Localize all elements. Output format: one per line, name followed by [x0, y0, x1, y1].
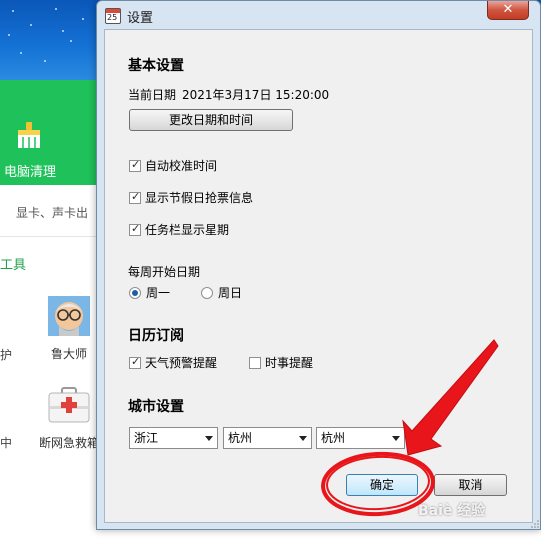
holiday-ticket-label: 显示节假日抢票信息	[145, 191, 254, 205]
taskbar-weekday-label: 任务栏显示星期	[145, 223, 230, 237]
radio-dot[interactable]	[129, 286, 141, 299]
chevron-down-icon	[205, 436, 213, 441]
calendar-icon: 25	[105, 8, 121, 24]
dialog-titlebar[interactable]: 25 设置 ✕	[97, 1, 540, 29]
basic-settings-heading: 基本设置	[128, 58, 184, 74]
sunday-label: 周日	[218, 286, 243, 300]
checkbox-box[interactable]	[129, 190, 141, 204]
first-aid-kit-icon[interactable]	[48, 386, 90, 424]
broom-icon	[18, 122, 40, 148]
weather-alert-checkbox[interactable]: 天气预警提醒	[129, 354, 217, 371]
ludashi-label: 鲁大师	[51, 347, 88, 361]
auto-calibrate-checkbox[interactable]: 自动校准时间	[129, 157, 217, 174]
news-alert-checkbox[interactable]: 时事提醒	[249, 354, 313, 371]
resize-grip-icon[interactable]	[531, 520, 539, 528]
tools-heading: 工具	[0, 258, 27, 273]
cancel-button[interactable]: 取消	[434, 474, 507, 496]
calendar-icon-number: 25	[107, 13, 118, 22]
checkbox-box[interactable]	[129, 158, 141, 172]
current-date-value: 2021年3月17日 15:20:00	[182, 88, 330, 102]
close-button[interactable]: ✕	[487, 1, 529, 20]
news-alert-label: 时事提醒	[265, 356, 314, 370]
calendar-subscribe-heading: 日历订阅	[128, 328, 184, 344]
change-date-time-button[interactable]: 更改日期和时间	[129, 109, 293, 131]
close-icon: ✕	[502, 2, 514, 17]
radio-dot[interactable]	[201, 286, 213, 299]
week-start-monday-radio[interactable]: 周一	[129, 284, 170, 301]
pc-clean-label: 电脑清理	[4, 165, 57, 180]
hardware-text: 显卡、声卡出	[16, 206, 89, 220]
chevron-down-icon	[392, 436, 400, 441]
week-start-label: 每周开始日期	[128, 265, 201, 279]
checkbox-box[interactable]	[249, 356, 261, 369]
week-start-sunday-radio[interactable]: 周日	[201, 284, 242, 301]
city-value: 杭州	[228, 431, 253, 445]
checkbox-box[interactable]	[129, 355, 141, 369]
fix-text: 护	[0, 348, 13, 362]
auto-calibrate-label: 自动校准时间	[145, 159, 218, 173]
watermark: Baiè 经验	[418, 503, 486, 519]
checkbox-box[interactable]	[129, 222, 141, 236]
dialog-content: 基本设置 当前日期 2021年3月17日 15:20:00 更改日期和时间 自动…	[104, 29, 533, 523]
settings-dialog: 25 设置 ✕ 基本设置 当前日期 2021年3月17日 15:20:00 更改…	[96, 0, 541, 530]
divider	[0, 236, 110, 237]
district-select[interactable]: 杭州	[316, 427, 405, 449]
dialog-title: 设置	[127, 11, 154, 26]
holiday-ticket-checkbox[interactable]: 显示节假日抢票信息	[129, 189, 253, 206]
monday-label: 周一	[146, 286, 171, 300]
city-settings-heading: 城市设置	[128, 399, 184, 415]
province-value: 浙江	[134, 431, 159, 445]
district-value: 杭州	[321, 431, 346, 445]
chevron-down-icon	[299, 436, 307, 441]
current-date-label: 当前日期	[128, 88, 177, 102]
ok-button[interactable]: 确定	[346, 474, 418, 496]
network-rescue-label: 断网急救箱	[39, 436, 100, 450]
ludashi-avatar-icon[interactable]	[48, 296, 90, 336]
weather-alert-label: 天气预警提醒	[145, 356, 218, 370]
province-select[interactable]: 浙江	[129, 427, 218, 449]
taskbar-weekday-checkbox[interactable]: 任务栏显示星期	[129, 221, 229, 238]
center-text: 中	[0, 436, 13, 450]
city-select[interactable]: 杭州	[223, 427, 312, 449]
